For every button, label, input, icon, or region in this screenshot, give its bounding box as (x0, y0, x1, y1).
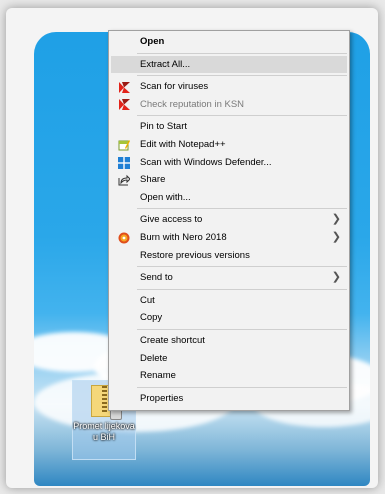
menu-separator (137, 386, 347, 388)
menu-item-open-with[interactable]: Open with... (109, 189, 349, 207)
kaspersky-icon (118, 81, 130, 93)
menu-item-label: Extract All... (140, 58, 191, 70)
menu-item-open[interactable]: Open (109, 33, 349, 51)
menu-item-share[interactable]: Share (109, 171, 349, 189)
menu-item-properties[interactable]: Properties (109, 390, 349, 408)
menu-item-pin-to-start[interactable]: Pin to Start (109, 118, 349, 136)
menu-item-label: Check reputation in KSN (140, 98, 245, 110)
menu-item-label: Pin to Start (140, 121, 187, 133)
menu-item-delete[interactable]: Delete (109, 350, 349, 368)
menu-separator (137, 328, 347, 330)
menu-item-create-shortcut[interactable]: Create shortcut (109, 332, 349, 350)
chevron-right-icon: ❯ (331, 230, 341, 243)
menu-item-scan-defender[interactable]: Scan with Windows Defender... (109, 154, 349, 172)
chevron-right-icon: ❯ (331, 213, 341, 226)
menu-item-label: Delete (140, 352, 168, 364)
menu-item-label: Scan with Windows Defender... (140, 156, 272, 168)
menu-item-label: Open (140, 36, 165, 47)
menu-item-label: Send to (140, 272, 173, 284)
menu-item-label: Give access to (140, 214, 203, 226)
menu-item-rename[interactable]: Rename (109, 367, 349, 385)
menu-item-label: Copy (140, 312, 163, 324)
menu-item-label: Open with... (140, 191, 191, 203)
menu-separator (137, 75, 347, 77)
file-label: Promet lijekova u BiH (73, 421, 135, 442)
menu-item-label: Share (140, 174, 166, 186)
menu-item-scan-viruses[interactable]: Scan for viruses (109, 78, 349, 96)
menu-item-label: Edit with Notepad++ (140, 138, 226, 150)
menu-item-cut[interactable]: Cut (109, 292, 349, 310)
menu-item-send-to[interactable]: Send to ❯ (109, 269, 349, 287)
nero-burn-icon (118, 232, 130, 244)
context-menu: Open Extract All... Scan for viruses Che… (108, 30, 350, 411)
menu-item-label: Scan for viruses (140, 81, 209, 93)
menu-separator (137, 288, 347, 290)
kaspersky-icon (118, 99, 130, 111)
menu-item-edit-notepad[interactable]: Edit with Notepad++ (109, 136, 349, 154)
menu-item-label: Create shortcut (140, 334, 205, 346)
menu-item-label: Burn with Nero 2018 (140, 231, 227, 243)
windows-defender-icon (118, 156, 130, 169)
share-icon (118, 174, 130, 186)
menu-item-burn-nero[interactable]: Burn with Nero 2018 ❯ (109, 229, 349, 247)
menu-item-label: Rename (140, 370, 176, 382)
menu-separator (137, 208, 347, 210)
menu-item-extract-all[interactable]: Extract All... (111, 55, 347, 74)
menu-separator (137, 115, 347, 117)
notepad-plus-plus-icon (118, 139, 130, 151)
menu-item-give-access[interactable]: Give access to ❯ (109, 211, 349, 229)
menu-item-restore-versions[interactable]: Restore previous versions (109, 247, 349, 265)
menu-separator (137, 266, 347, 268)
menu-item-label: Properties (140, 392, 184, 404)
menu-item-label: Restore previous versions (140, 249, 250, 261)
chevron-right-icon: ❯ (331, 271, 341, 284)
menu-separator (137, 52, 347, 54)
menu-item-copy[interactable]: Copy (109, 309, 349, 327)
menu-item-label: Cut (140, 294, 155, 306)
menu-item-check-reputation[interactable]: Check reputation in KSN (109, 96, 349, 114)
